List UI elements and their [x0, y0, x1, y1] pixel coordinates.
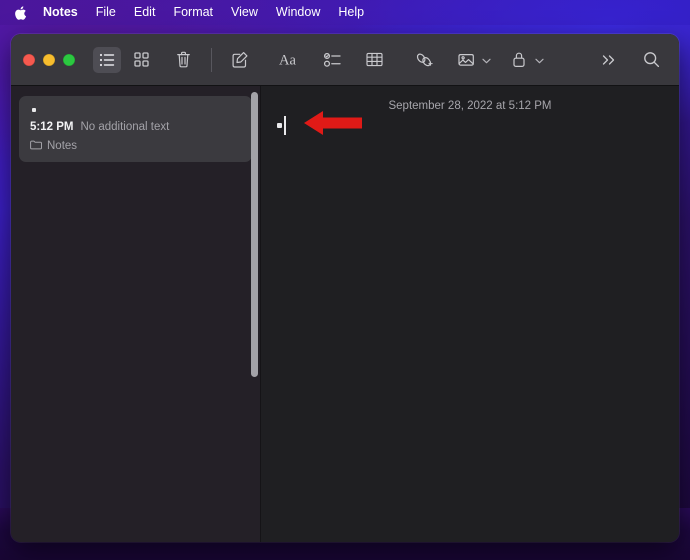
chevron-down-icon[interactable] — [482, 51, 491, 69]
note-time: 5:12 PM — [30, 121, 74, 133]
menu-item-format[interactable]: Format — [164, 0, 222, 25]
compose-icon[interactable] — [226, 47, 254, 73]
search-icon[interactable] — [637, 47, 665, 73]
chevron-down-icon[interactable] — [535, 51, 544, 69]
note-folder-row: Notes — [30, 137, 241, 155]
note-title-bullet-icon — [32, 108, 36, 112]
gallery-view-icon[interactable] — [127, 47, 155, 73]
lock-icon[interactable] — [505, 47, 533, 73]
list-view-icon[interactable] — [93, 46, 121, 73]
menu-item-window[interactable]: Window — [267, 0, 329, 25]
note-folder-name: Notes — [47, 140, 78, 152]
bullet-point-icon — [277, 123, 282, 128]
note-list-sidebar: 5:12 PM No additional text Notes — [11, 86, 261, 542]
format-aa-icon[interactable]: Aa — [276, 47, 304, 73]
checklist-icon[interactable] — [318, 47, 346, 73]
apple-logo-icon[interactable] — [12, 4, 28, 22]
note-text-editor[interactable] — [277, 116, 286, 135]
link-icon[interactable] — [410, 47, 438, 73]
toolbar-divider — [211, 47, 212, 72]
overflow-icon[interactable] — [595, 47, 623, 73]
minimize-window-button[interactable] — [43, 53, 55, 66]
note-meta-row: 5:12 PM No additional text — [30, 121, 241, 133]
note-content-area[interactable]: September 28, 2022 at 5:12 PM — [261, 86, 679, 542]
table-icon[interactable] — [360, 47, 388, 73]
menu-bar: Notes File Edit Format View Window Help — [0, 0, 690, 25]
close-window-button[interactable] — [23, 53, 35, 66]
menu-item-help[interactable]: Help — [329, 0, 373, 25]
trash-icon[interactable] — [169, 47, 197, 73]
text-caret — [284, 116, 286, 135]
menu-item-file[interactable]: File — [87, 0, 125, 25]
media-icon[interactable] — [452, 47, 480, 73]
menu-item-notes[interactable]: Notes — [34, 0, 87, 25]
note-snippet: No additional text — [80, 121, 170, 133]
sidebar-scrollbar-thumb[interactable] — [251, 92, 258, 377]
sidebar-scrollbar-track[interactable] — [249, 86, 260, 542]
notes-window: Aa 5:12 PM No additional text Notes Sept… — [11, 34, 679, 542]
note-list-item[interactable]: 5:12 PM No additional text Notes — [19, 96, 252, 162]
folder-icon — [30, 137, 42, 155]
note-date: September 28, 2022 at 5:12 PM — [388, 100, 552, 112]
maximize-window-button[interactable] — [63, 53, 75, 66]
menu-item-edit[interactable]: Edit — [125, 0, 165, 25]
traffic-light-group — [23, 53, 75, 66]
window-body: 5:12 PM No additional text Notes Septemb… — [11, 86, 679, 542]
svg-text:Aa: Aa — [279, 53, 296, 68]
media-button[interactable] — [452, 47, 491, 73]
lock-button[interactable] — [505, 47, 544, 73]
menu-item-view[interactable]: View — [222, 0, 267, 25]
window-toolbar: Aa — [11, 34, 679, 86]
